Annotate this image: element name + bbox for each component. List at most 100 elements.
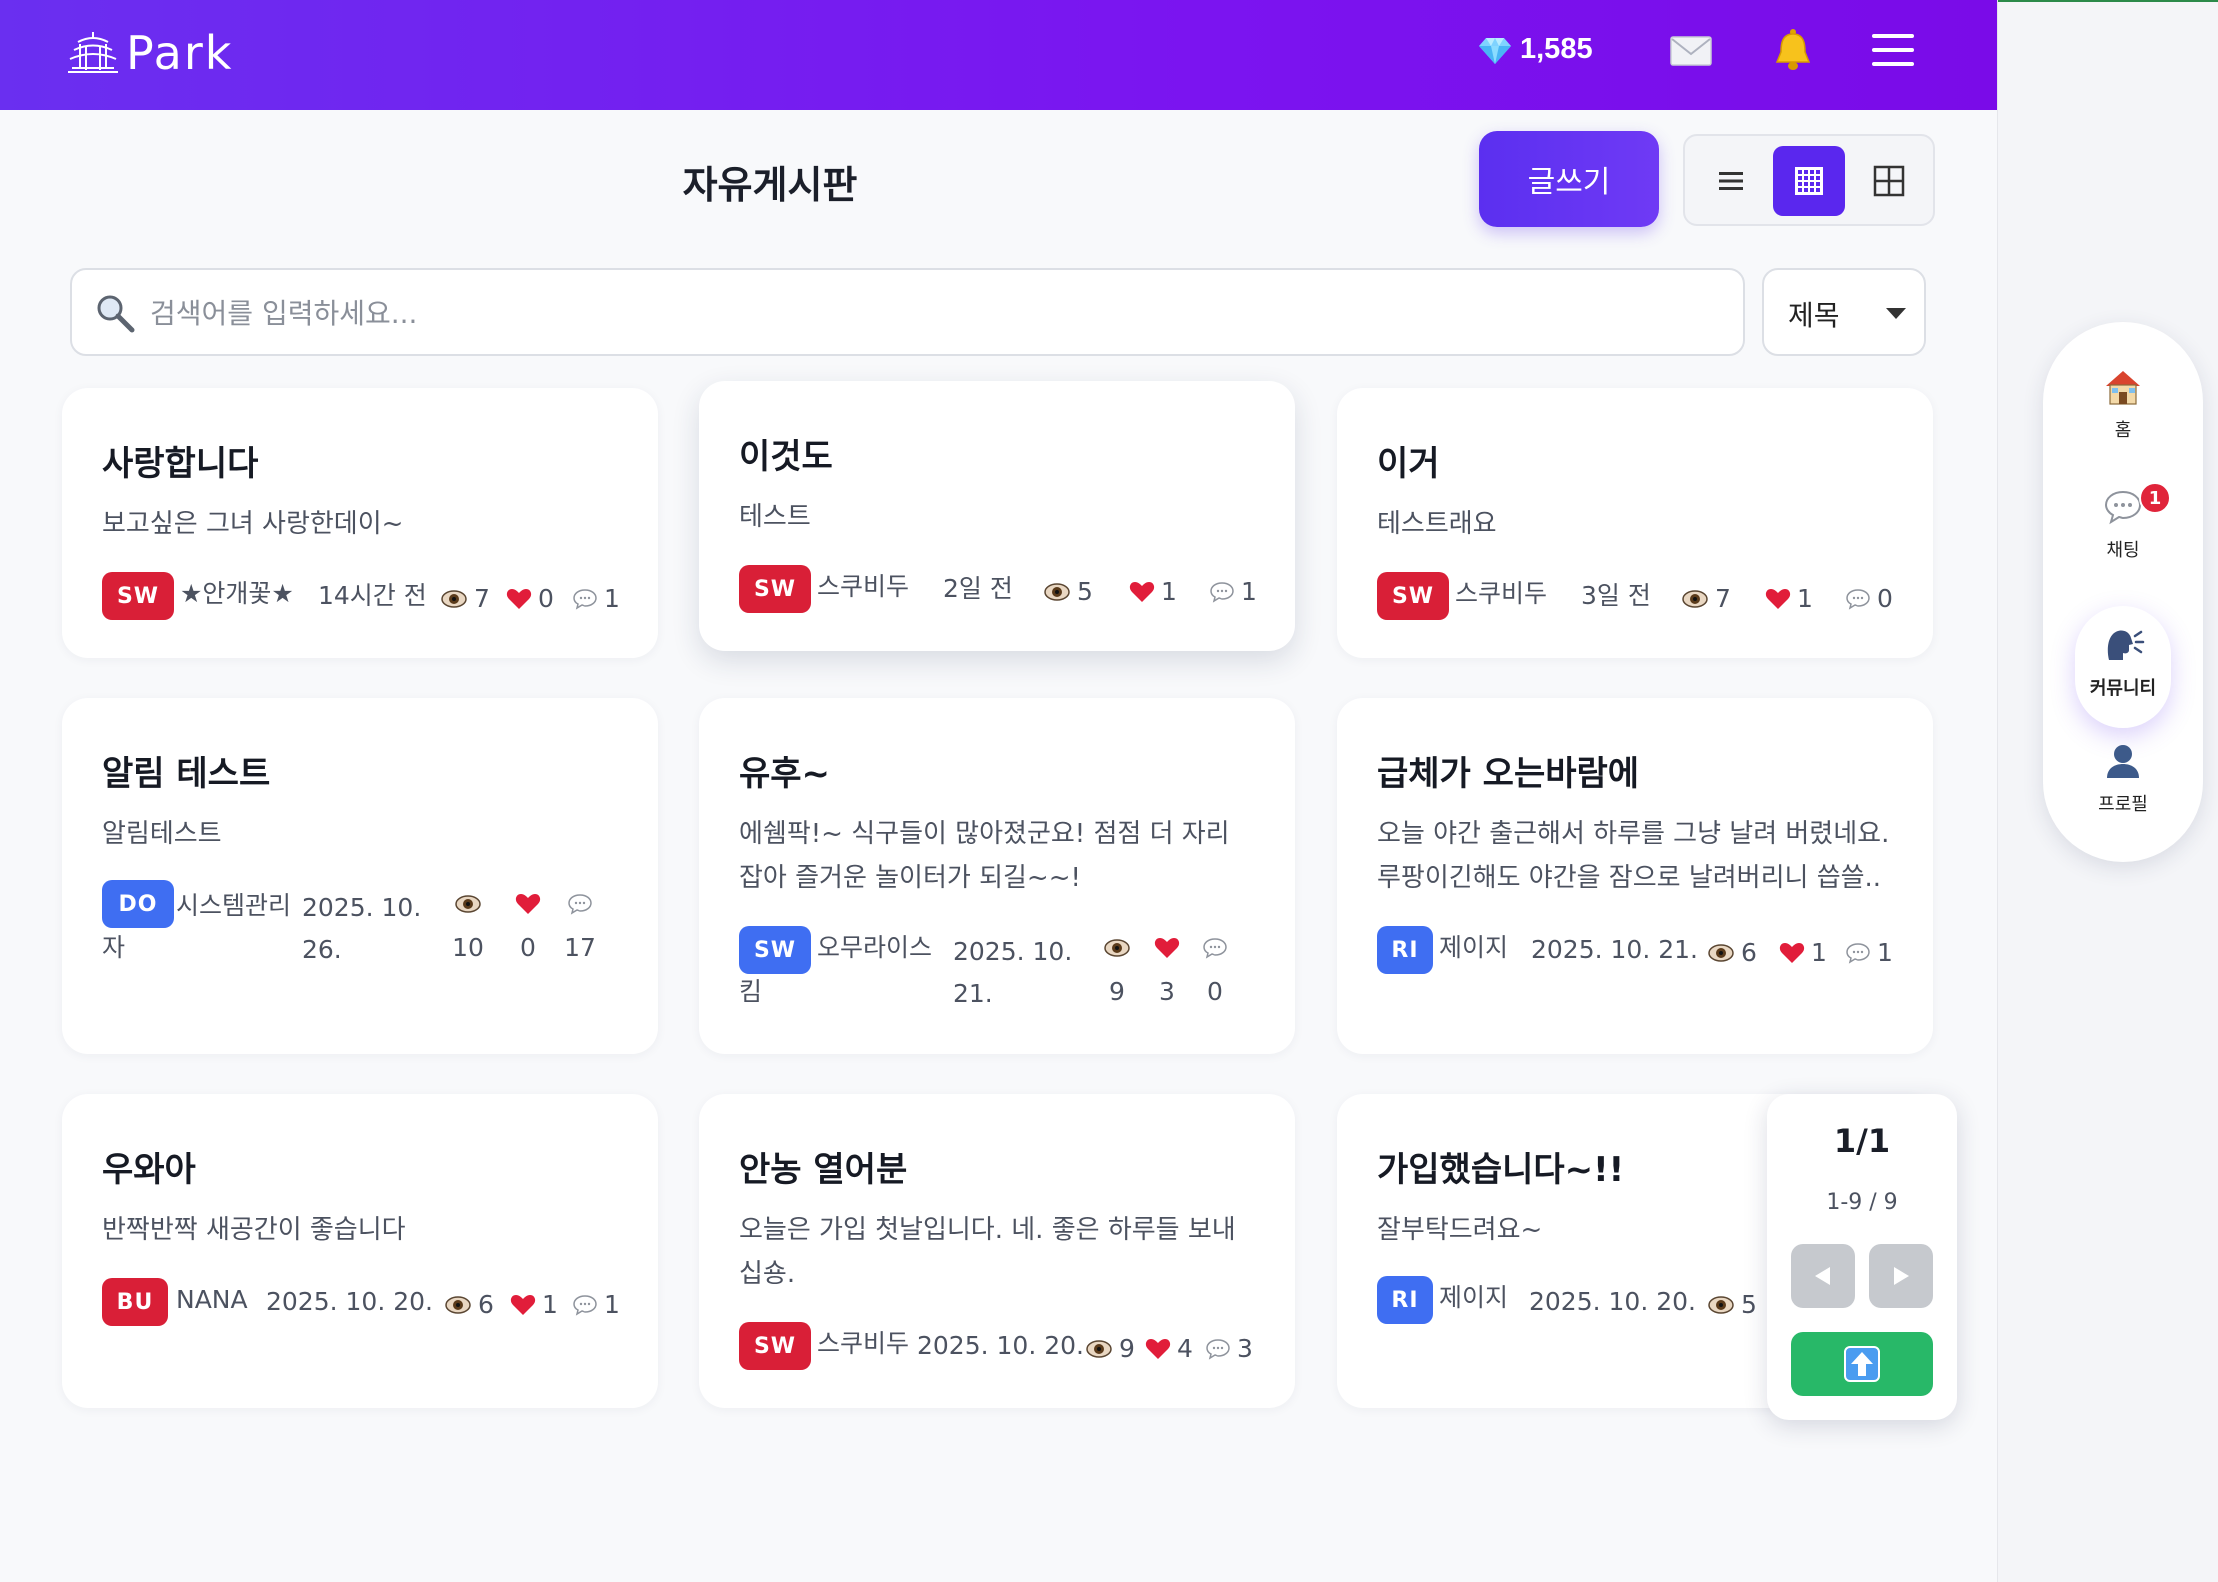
post-card[interactable]: 사랑합니다 보고싶은 그녀 사랑한데이~ SW ★안개꽃★ 14시간 전 7 0… <box>62 388 658 658</box>
eye-icon <box>1104 939 1130 957</box>
nav-community-label: 커뮤니티 <box>2089 678 2157 699</box>
view-count-value: 6 <box>478 1290 494 1319</box>
speech-bubble-icon <box>1210 581 1234 603</box>
heart-icon <box>1779 942 1805 963</box>
like-count-value: 0 <box>538 584 554 613</box>
like-count[interactable]: 4 <box>1145 1334 1193 1363</box>
author-badge: RI <box>1377 926 1433 974</box>
like-count[interactable]: 1 <box>1765 584 1813 613</box>
post-excerpt-line1: 오늘 야간 출근해서 하루를 그냥 날려 버렸네요. <box>1377 819 1890 849</box>
author-name[interactable]: 제이지 <box>1439 926 1508 970</box>
eye-icon <box>1086 1339 1112 1358</box>
author-badge: SW <box>1377 572 1449 620</box>
comment-count: 1 <box>572 1290 620 1319</box>
post-card[interactable]: 급체가 오는바람에 오늘 야간 출근해서 하루를 그냥 날려 버렸네요. 루팡이… <box>1337 698 1933 1054</box>
author-badge: SW <box>739 926 811 974</box>
search-field-select[interactable]: 제목 <box>1762 268 1926 356</box>
author-name[interactable]: 스쿠비두 <box>817 565 909 609</box>
card-view-button[interactable] <box>1773 146 1845 216</box>
author-name[interactable]: 스쿠비두 <box>817 1322 909 1366</box>
nav-chat[interactable]: 채팅 <box>2043 488 2203 562</box>
like-count[interactable]: 1 <box>510 1290 558 1319</box>
like-count-value: 0 <box>520 933 536 962</box>
eye-icon <box>1682 589 1708 608</box>
author-name[interactable]: 스쿠비두 <box>1455 572 1547 616</box>
view-count: 9 <box>1085 1334 1135 1363</box>
author-name-line1[interactable]: 오무라이스 <box>817 926 932 970</box>
comment-count-value: 1 <box>1877 938 1893 967</box>
author-name[interactable]: ★안개꽃★ <box>180 572 294 616</box>
author-name-line2[interactable]: 킴 <box>739 970 762 1014</box>
view-count-value: 10 <box>452 933 484 962</box>
author-badge: SW <box>102 572 174 620</box>
post-card[interactable]: 안농 열어분 오늘은 가입 첫날입니다. 네. 좋은 하루들 보내 십숑. SW… <box>699 1094 1295 1408</box>
post-card[interactable]: 이것도 테스트 SW 스쿠비두 2일 전 5 1 1 <box>699 381 1295 651</box>
post-time: 2025. 10. 20. <box>917 1331 1084 1360</box>
search-field-value: 제목 <box>1788 299 1840 332</box>
author-name[interactable]: 제이지 <box>1439 1276 1508 1320</box>
post-excerpt-line2: 잡아 즐거운 놀이터가 되길~~! <box>739 863 1081 893</box>
author-name-line1[interactable]: 시스템관리 <box>176 884 291 928</box>
gem-balance[interactable]: 1,585 <box>1478 32 1593 66</box>
list-view-button[interactable] <box>1695 146 1767 216</box>
next-page-button[interactable] <box>1869 1244 1933 1308</box>
view-count-value: 9 <box>1109 977 1125 1006</box>
view-count-value: 5 <box>1077 577 1093 606</box>
nav-home[interactable]: 홈 <box>2043 368 2203 442</box>
author-badge: RI <box>1377 1276 1433 1324</box>
grid-icon <box>1873 165 1905 197</box>
post-card[interactable]: 이거 테스트래요 SW 스쿠비두 3일 전 7 1 0 <box>1337 388 1933 658</box>
heart-icon <box>510 1294 536 1315</box>
like-count-value: 1 <box>1811 938 1827 967</box>
like-count[interactable]: 1 <box>1779 938 1827 967</box>
grid-view-button[interactable] <box>1853 146 1925 216</box>
chevron-down-icon <box>1886 308 1906 319</box>
comment-count: 1 <box>1845 938 1893 967</box>
post-excerpt-line1: 오늘은 가입 첫날입니다. 네. 좋은 하루들 보내 <box>739 1215 1236 1245</box>
post-time-line2: 26. <box>302 935 342 964</box>
view-count: 10 <box>448 882 488 970</box>
hamburger-icon[interactable] <box>1872 34 1914 66</box>
search-bar <box>70 268 1745 356</box>
heart-icon <box>1154 938 1180 958</box>
post-card[interactable]: 유후~ 에쉠팍!~ 식구들이 많아졌군요! 점점 더 자리 잡아 즐거운 놀이터… <box>699 698 1295 1054</box>
bell-icon[interactable] <box>1772 28 1814 72</box>
like-count[interactable]: 3 <box>1147 926 1187 1014</box>
write-button[interactable]: 글쓰기 <box>1479 131 1659 227</box>
page-title: 자유게시판 <box>682 163 858 207</box>
speech-bubble-icon <box>1203 938 1227 959</box>
post-title: 급체가 오는바람에 <box>1377 754 1640 794</box>
post-time: 2025. 10. 21. <box>1531 935 1698 964</box>
comment-count-value: 0 <box>1207 977 1223 1006</box>
scroll-top-button[interactable] <box>1791 1332 1933 1396</box>
like-count[interactable]: 0 <box>506 584 554 613</box>
post-time-line1: 2025. 10. <box>302 893 422 922</box>
search-input[interactable] <box>150 284 1710 342</box>
speech-bubble-icon <box>573 1294 597 1316</box>
post-excerpt: 테스트래요 <box>1377 509 1497 539</box>
like-count[interactable]: 0 <box>508 882 548 970</box>
logo[interactable]: Park <box>64 26 233 80</box>
comment-count-value: 17 <box>564 933 596 962</box>
app-window: Park 1,585 자유게시판 글쓰기 검색어를 입력하세요... 제목 사랑… <box>0 0 1997 1582</box>
temple-logo-icon <box>68 32 118 73</box>
prev-page-button[interactable] <box>1791 1244 1855 1308</box>
author-name[interactable]: NANA <box>176 1278 248 1322</box>
dense-grid-icon <box>1795 167 1823 195</box>
post-card[interactable]: 알림 테스트 알림테스트 DO 시스템관리 자 2025. 10. 26. 10… <box>62 698 658 1054</box>
author-name-line2[interactable]: 자 <box>102 926 125 970</box>
comment-count: 1 <box>1209 577 1257 606</box>
speech-bubble-icon <box>1846 588 1870 610</box>
nav-community[interactable]: 커뮤니티 <box>2043 626 2203 700</box>
nav-profile[interactable]: 프로필 <box>2043 742 2203 816</box>
like-count-value: 1 <box>1161 577 1177 606</box>
view-count: 9 <box>1097 926 1137 1014</box>
floating-nav: 홈 채팅 1 커뮤니티 프로필 <box>2043 322 2203 862</box>
post-card[interactable]: 우와아 반짝반짝 새공간이 좋습니다 BU NANA 2025. 10. 20.… <box>62 1094 658 1408</box>
top-header: Park 1,585 <box>0 0 1997 110</box>
post-excerpt-line2: 루팡이긴해도 야간을 잠으로 날려버리니 씁쓸.. <box>1377 863 1882 893</box>
person-icon <box>2107 745 2139 778</box>
view-count: 7 <box>440 584 490 613</box>
like-count[interactable]: 1 <box>1129 577 1177 606</box>
envelope-icon[interactable] <box>1670 36 1712 66</box>
